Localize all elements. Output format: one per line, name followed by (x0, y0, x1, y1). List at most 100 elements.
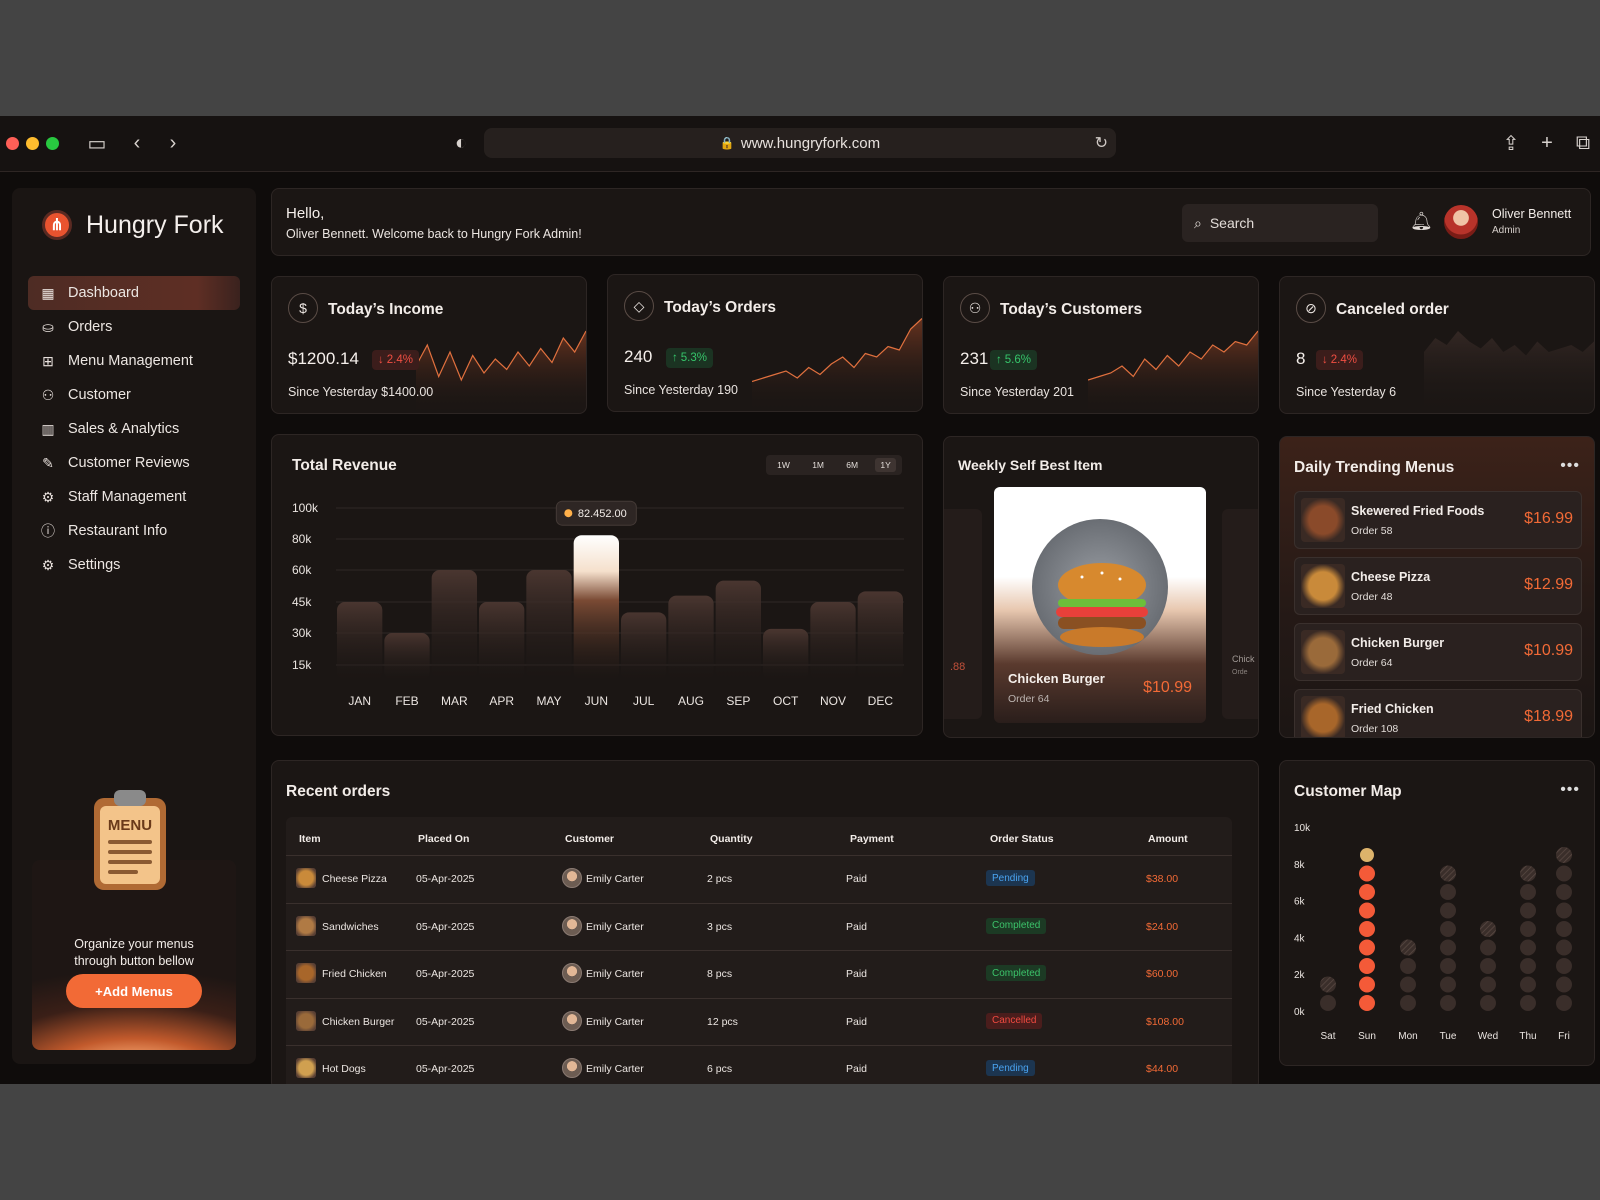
trending-item-order: Order 58 (1351, 525, 1393, 537)
sidebar-item-orders[interactable]: ⛀ Orders (28, 310, 240, 344)
best-item-card[interactable]: Chicken Burger Order 64 $10.99 (994, 487, 1206, 723)
trending-item[interactable]: Fried Chicken Order 108 $18.99 (1294, 689, 1582, 737)
sidebar-item-staff-management[interactable]: ⚙ Staff Management (28, 480, 240, 514)
revenue-bar-jul[interactable] (621, 612, 667, 680)
user-name: Oliver Bennett (1492, 207, 1572, 221)
promo-line-1: Organize your menus (74, 937, 194, 951)
close-window-button[interactable] (6, 137, 19, 150)
column-header-customer[interactable]: Customer (565, 833, 614, 845)
column-header-item[interactable]: Item (299, 833, 321, 845)
avatar[interactable] (1444, 205, 1478, 239)
sidebar-toggle-icon[interactable]: ▭ (82, 128, 112, 158)
share-icon[interactable]: ⇪ (1496, 128, 1526, 158)
revenue-bar-aug[interactable] (668, 595, 714, 680)
column-header-amount[interactable]: Amount (1148, 833, 1188, 845)
search-input[interactable]: ⌕ Search (1182, 204, 1378, 242)
stat-card-today-s-customers[interactable]: ⚇ Today’s Customers 231 ↑ 5.6% Since Yesterda… (943, 276, 1259, 414)
bell-icon[interactable]: 🔔︎ (1410, 211, 1433, 232)
revenue-bar-dec[interactable] (857, 591, 903, 680)
sparkline-area (1424, 331, 1594, 413)
forward-arrow-icon[interactable]: › (158, 128, 188, 158)
map-dot (1400, 939, 1416, 956)
order-customer: Emily Carter (586, 920, 644, 933)
info-icon: ⓘ (41, 523, 55, 539)
sidebar-item-restaurant-info[interactable]: ⓘ Restaurant Info (28, 514, 240, 548)
since-yesterday: Since Yesterday 6 (1296, 385, 1397, 399)
stat-value: 231 (960, 349, 989, 368)
revenue-bar-nov[interactable] (810, 602, 856, 680)
item-thumbnail (296, 915, 316, 936)
next-item-peek[interactable]: Chick Orde (1222, 509, 1258, 719)
sidebar-item-customer[interactable]: ⚇ Customer (28, 378, 240, 412)
reload-icon[interactable]: ↻ (1095, 133, 1108, 153)
map-day-label: Sat (1320, 1031, 1335, 1042)
since-yesterday: Since Yesterday 201 (960, 385, 1074, 399)
add-menus-button[interactable]: +Add Menus (66, 974, 202, 1008)
map-dot (1520, 865, 1536, 882)
search-placeholder: Search (1209, 215, 1255, 231)
brand-logo[interactable]: ⋔ Hungry Fork (42, 210, 224, 240)
more-options-icon[interactable]: ••• (1560, 457, 1580, 475)
x-tick-label: MAR (441, 694, 468, 708)
revenue-bar-apr[interactable] (479, 602, 525, 680)
best-item-order: Order 64 (1008, 693, 1050, 705)
next-order-peek: Orde (1232, 669, 1248, 676)
sidebar-item-sales-analytics[interactable]: ▥ Sales & Analytics (28, 412, 240, 446)
back-arrow-icon[interactable]: ‹ (122, 128, 152, 158)
since-yesterday: Since Yesterday 190 (624, 383, 738, 397)
x-tick-label: JUL (633, 694, 655, 708)
tabs-overview-icon[interactable]: ⧉ (1568, 128, 1598, 158)
sidebar-item-customer-reviews[interactable]: ✎ Customer Reviews (28, 446, 240, 480)
table-row[interactable]: Fried Chicken 05-Apr-2025 Emily Carter 8 pc… (286, 950, 1232, 997)
change-badge: ↓ 2.4% (372, 350, 419, 370)
customer-avatar (562, 1058, 582, 1078)
previous-item-peek[interactable]: .88 (944, 509, 982, 719)
column-header-placed-on[interactable]: Placed On (418, 833, 469, 845)
trending-item[interactable]: Skewered Fried Foods Order 58 $16.99 (1294, 491, 1582, 549)
address-bar[interactable]: 🔒 www.hungryfork.com ↻ (484, 128, 1116, 158)
table-row[interactable]: Cheese Pizza 05-Apr-2025 Emily Carter 2 pcs… (286, 855, 1232, 902)
order-placed-on: 05-Apr-2025 (416, 920, 475, 933)
new-tab-icon[interactable]: + (1532, 128, 1562, 158)
change-badge: ↓ 2.4% (1316, 350, 1363, 370)
weekly-best-title: Weekly Self Best Item (958, 457, 1103, 473)
stat-card-canceled-order[interactable]: ⊘ Canceled order 8 ↓ 2.4% Since Yesterday 6 (1279, 276, 1595, 414)
sidebar-item-settings[interactable]: ⚙ Settings (28, 548, 240, 582)
revenue-bar-oct[interactable] (763, 628, 809, 680)
column-header-payment[interactable]: Payment (850, 833, 894, 845)
dashboard-icon: ▦ (41, 284, 55, 301)
stat-card-today-s-orders[interactable]: ◇ Today’s Orders 240 ↑ 5.3% Since Yesterday 1… (607, 274, 923, 412)
revenue-bar-jan[interactable] (337, 602, 383, 680)
table-row[interactable]: Hot Dogs 05-Apr-2025 Emily Carter 6 pcs Paid… (286, 1045, 1232, 1084)
table-row[interactable]: Chicken Burger 05-Apr-2025 Emily Carter 12 … (286, 997, 1232, 1045)
order-placed-on: 05-Apr-2025 (416, 1063, 475, 1075)
maximize-window-button[interactable] (46, 137, 59, 150)
revenue-bar-feb[interactable] (384, 633, 430, 680)
stat-title: Today’s Income (328, 301, 444, 318)
column-header-order-status[interactable]: Order Status (990, 833, 1054, 845)
revenue-bar-may[interactable] (526, 570, 572, 680)
status-badge: Completed (986, 965, 1047, 981)
trending-item[interactable]: Chicken Burger Order 64 $10.99 (1294, 623, 1582, 681)
revenue-bar-jun[interactable] (573, 535, 619, 680)
stat-card-today-s-income[interactable]: $ Today’s Income $1200.14 ↓ 2.4% Since Yester… (271, 276, 587, 414)
basket-icon: ⛀ (42, 318, 54, 335)
daily-trending-menus-card: Daily Trending Menus ••• Skewered Fried … (1279, 436, 1595, 738)
minimize-window-button[interactable] (26, 137, 39, 150)
order-payment: Paid (846, 968, 868, 980)
privacy-shield-icon[interactable]: ◐ (446, 128, 476, 158)
sidebar-item-label: Customer (68, 387, 131, 403)
table-row[interactable]: Sandwiches 05-Apr-2025 Emily Carter 3 pcs Pa… (286, 902, 1232, 950)
map-dot (1440, 921, 1456, 937)
x-tick-label: AUG (678, 694, 704, 708)
sidebar-item-menu-management[interactable]: ⊞ Menu Management (28, 344, 240, 378)
status-badge: Pending (986, 870, 1035, 886)
trending-item[interactable]: Cheese Pizza Order 48 $12.99 (1294, 557, 1582, 615)
order-placed-on: 05-Apr-2025 (416, 873, 475, 885)
map-dot (1359, 939, 1375, 956)
revenue-bar-sep[interactable] (715, 580, 761, 680)
column-header-quantity[interactable]: Quantity (710, 833, 753, 845)
sidebar-item-dashboard[interactable]: ▦ Dashboard (28, 276, 240, 310)
revenue-bar-mar[interactable] (431, 570, 477, 680)
tooltip-value: 82.452.00 (578, 508, 627, 520)
